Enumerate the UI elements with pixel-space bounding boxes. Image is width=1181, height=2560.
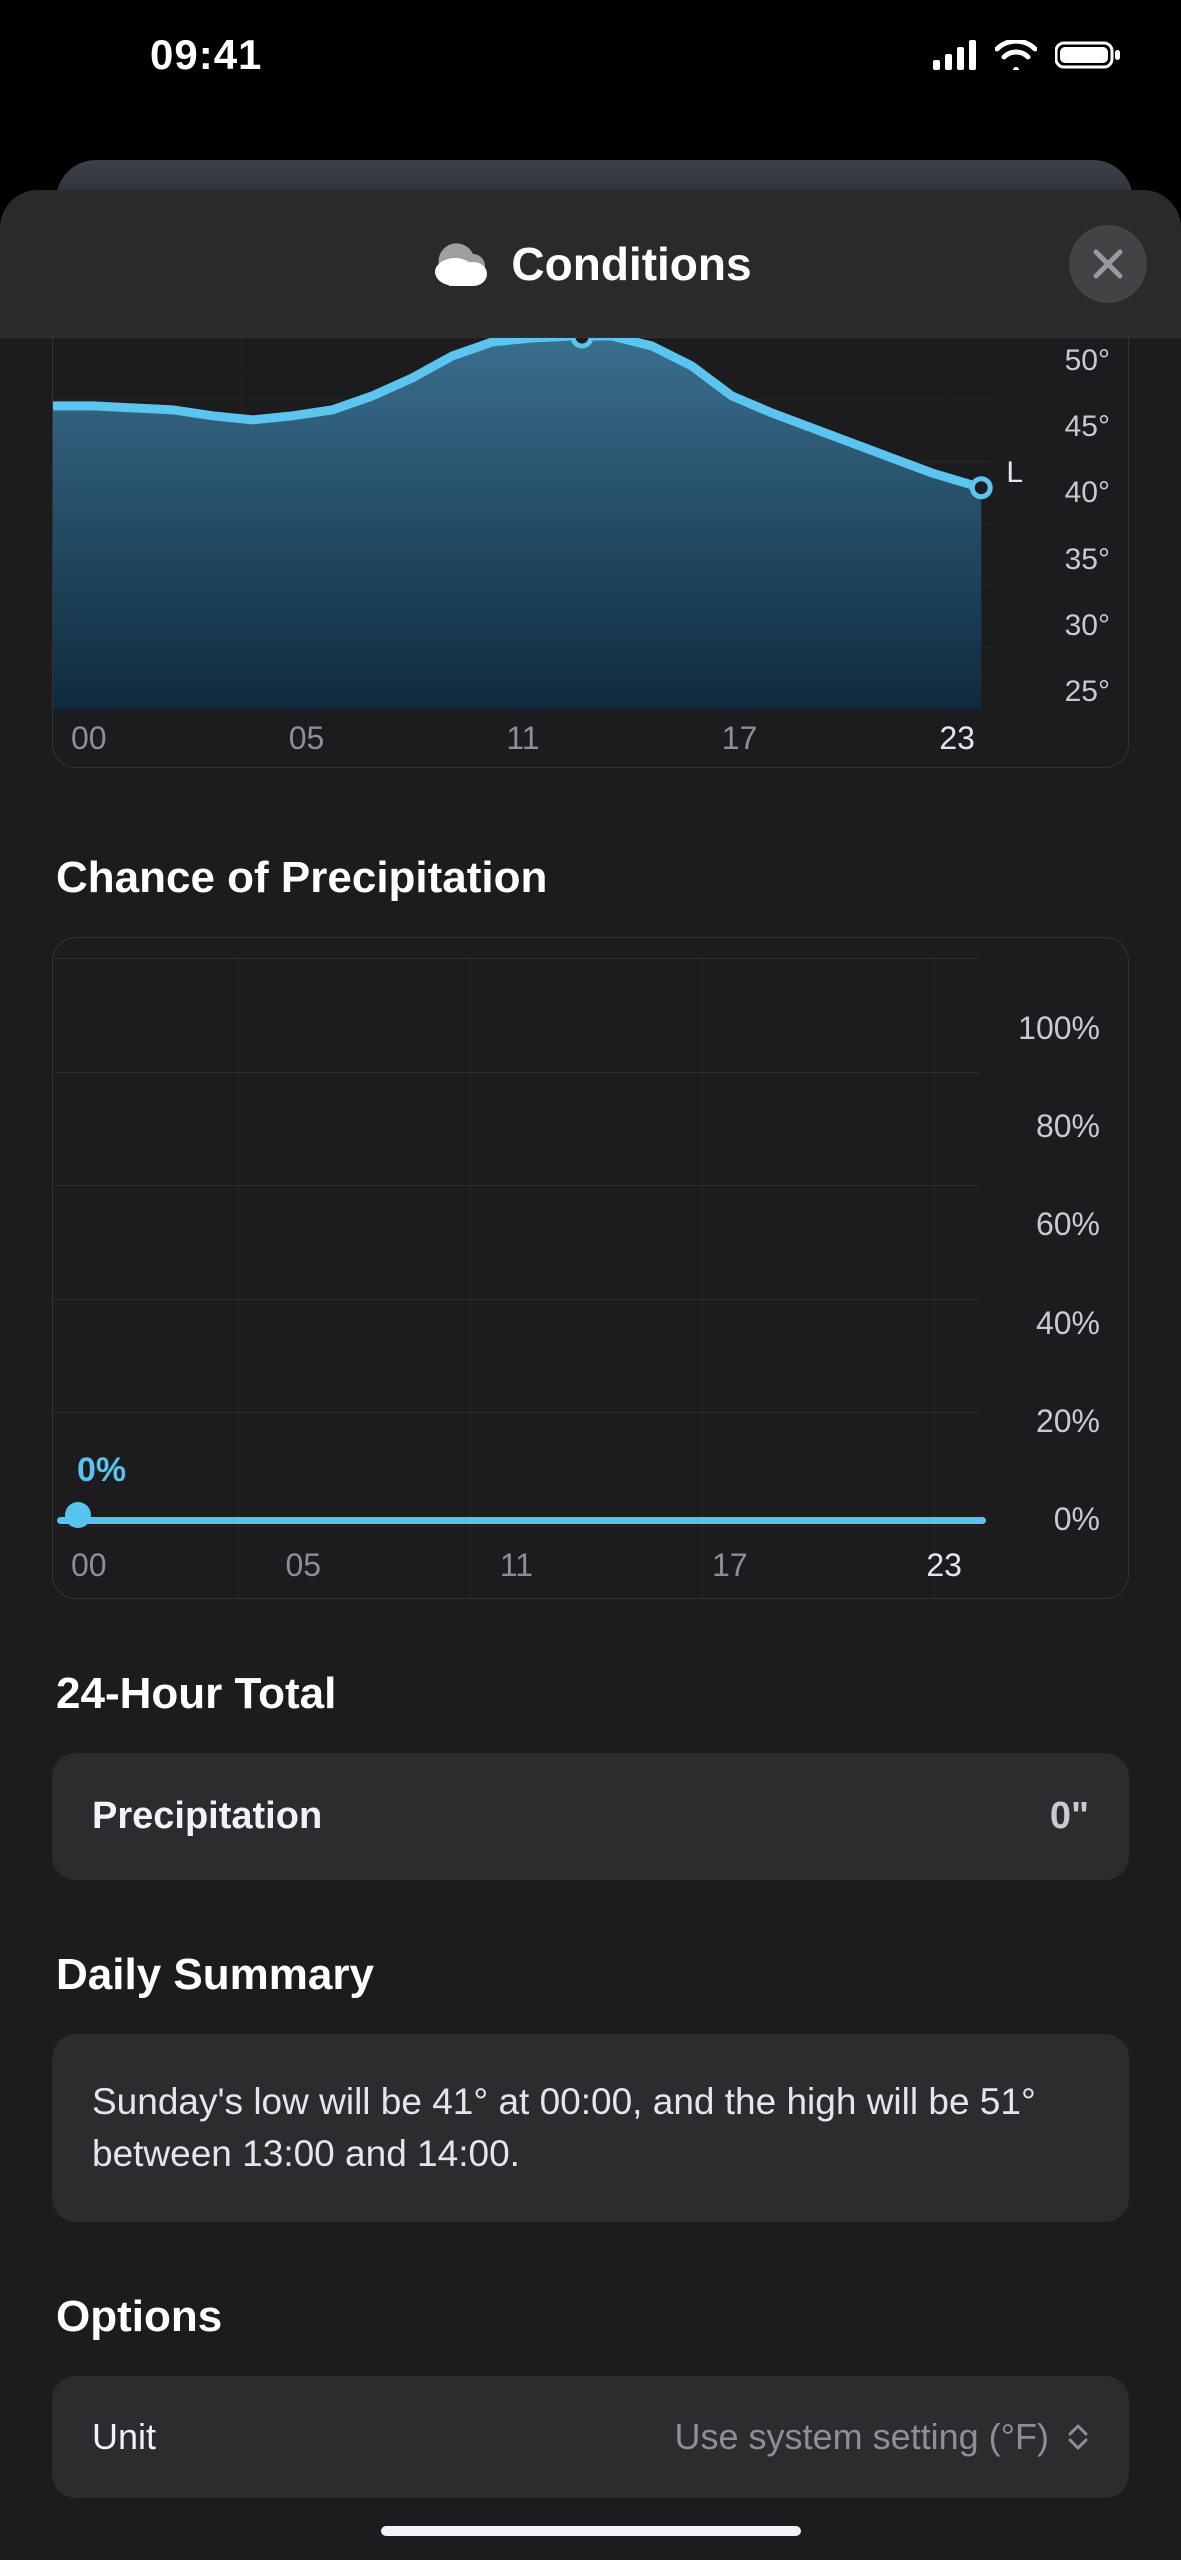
wifi-icon <box>995 40 1037 70</box>
cloud-icon <box>429 242 491 286</box>
battery-icon <box>1055 40 1121 70</box>
precip-y-axis: 100% 80% 60% 40% 20% 0% <box>1018 1010 1100 1538</box>
total-heading: 24-Hour Total <box>56 1669 1129 1719</box>
summary-heading: Daily Summary <box>56 1950 1129 2000</box>
cellular-icon <box>933 40 977 70</box>
conditions-sheet: Conditions <box>0 190 1181 2560</box>
unit-option-row[interactable]: Unit Use system setting (°F) <box>52 2376 1129 2498</box>
daily-summary-text: Sunday's low will be 41° at 00:00, and t… <box>92 2076 1089 2180</box>
precip-x-axis: 00 05 11 17 23 <box>53 1547 980 1584</box>
precip-line <box>57 1517 986 1524</box>
temp-x-axis: 00 05 11 17 23 <box>53 720 993 757</box>
precipitation-total-label: Precipitation <box>92 1795 322 1838</box>
precipitation-total-value: 0" <box>1050 1795 1089 1838</box>
precipitation-heading: Chance of Precipitation <box>56 853 1129 903</box>
unit-option-value: Use system setting (°F) <box>675 2416 1049 2458</box>
clock: 09:41 <box>150 31 262 79</box>
sheet-title: Conditions <box>511 237 751 291</box>
updown-icon <box>1067 2424 1089 2450</box>
status-icons <box>933 40 1121 70</box>
low-marker: L <box>1006 456 1023 490</box>
options-heading: Options <box>56 2292 1129 2342</box>
close-icon <box>1090 246 1126 282</box>
sheet-header: Conditions <box>0 190 1181 338</box>
status-bar: 09:41 <box>0 0 1181 110</box>
home-indicator[interactable] <box>381 2526 801 2536</box>
precipitation-chart[interactable]: 100% 80% 60% 40% 20% 0% 0% 00 05 11 17 2… <box>52 937 1129 1599</box>
current-precip-label: 0% <box>77 1451 126 1490</box>
precipitation-total-card: Precipitation 0" <box>52 1753 1129 1880</box>
current-time-dot <box>65 1502 91 1528</box>
temperature-chart[interactable]: L 50° 45° 40° 35° 30° 25° 00 05 11 17 23 <box>52 338 1129 768</box>
unit-option-label: Unit <box>92 2416 156 2458</box>
temp-y-axis: 50° 45° 40° 35° 30° 25° <box>1065 338 1110 709</box>
close-button[interactable] <box>1069 225 1147 303</box>
daily-summary-card: Sunday's low will be 41° at 00:00, and t… <box>52 2034 1129 2222</box>
